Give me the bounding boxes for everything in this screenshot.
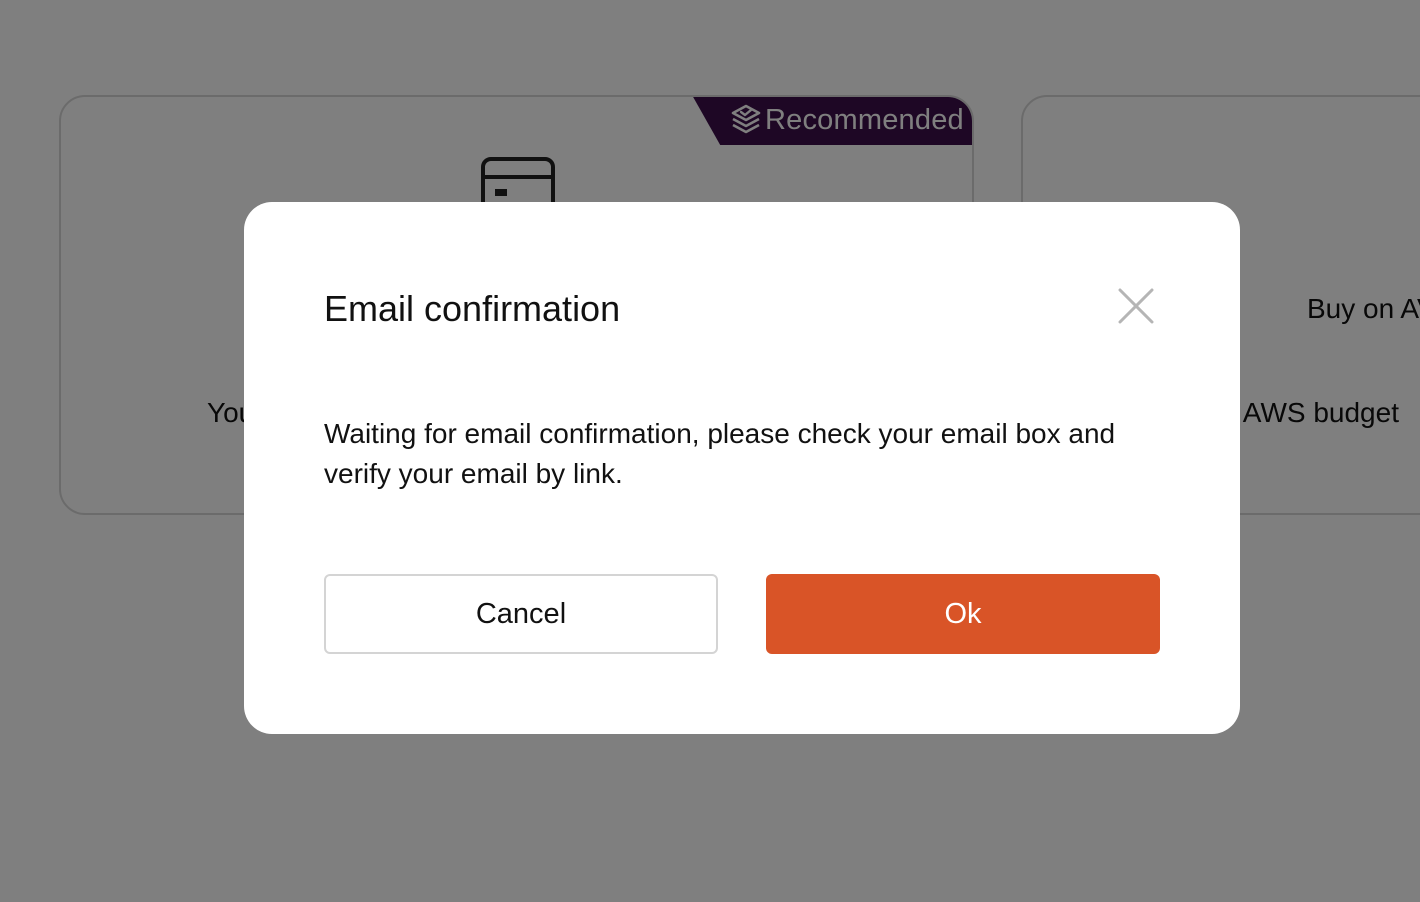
dialog-message: Waiting for email confirmation, please c…: [324, 418, 1116, 489]
close-button[interactable]: [1116, 286, 1156, 326]
email-confirmation-dialog: Email confirmation Waiting for email con…: [244, 202, 1240, 734]
cancel-button[interactable]: Cancel: [324, 574, 718, 654]
dialog-title: Email confirmation: [324, 288, 621, 329]
close-icon: [1118, 288, 1154, 324]
ok-button[interactable]: Ok: [766, 574, 1160, 654]
